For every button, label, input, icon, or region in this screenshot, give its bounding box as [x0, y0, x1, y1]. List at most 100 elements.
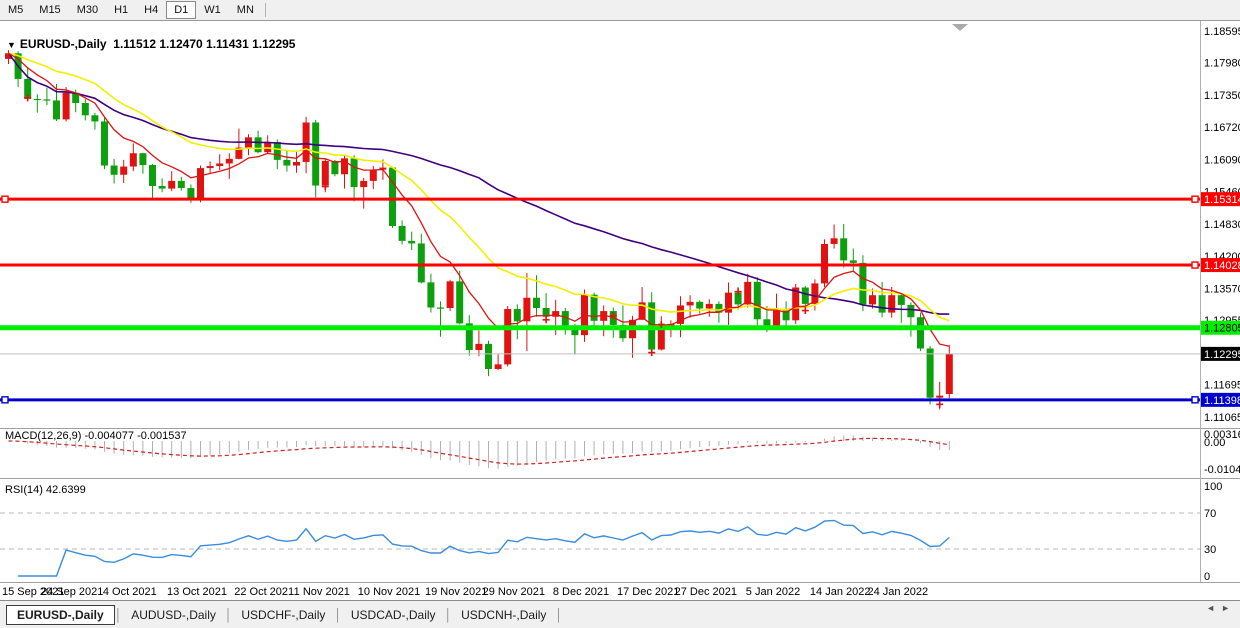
candlestick — [101, 121, 108, 165]
candlestick — [898, 295, 905, 305]
chart-symbol-label: EURUSD-,Daily — [20, 37, 107, 51]
candlestick — [207, 166, 214, 168]
rsi-axis-label: 70 — [1204, 508, 1216, 520]
candlestick — [351, 158, 358, 187]
rsi-indicator-label: RSI(14) 42.6399 — [5, 484, 86, 496]
candlestick — [264, 142, 271, 152]
chart-tab-bar: EURUSD-,Daily│AUDUSD-,Daily│USDCHF-,Dail… — [0, 600, 1240, 628]
candlestick — [303, 122, 310, 161]
mt4-window: M5M15M30H1H4D1W1MN 1.18595 1.17980 1.17350… — [0, 0, 1240, 628]
tab-separator: │ — [555, 608, 563, 622]
date-axis-label: 19 Nov 2021 — [425, 586, 487, 598]
chart-tab-audusd[interactable]: AUDUSD-,Daily — [122, 605, 225, 625]
candlestick — [43, 99, 50, 100]
line-handle[interactable] — [1192, 196, 1198, 202]
macd-axis-label: -0.01043 — [1204, 464, 1240, 476]
candlestick — [927, 348, 934, 397]
date-axis-label: 5 Jan 2022 — [746, 586, 800, 598]
candlestick — [322, 161, 329, 186]
candlestick — [859, 263, 866, 305]
chart-tab-usdcnh[interactable]: USDCNH-,Daily — [452, 605, 555, 625]
tab-separator: │ — [445, 608, 453, 622]
candlestick — [226, 159, 233, 164]
candlestick — [111, 166, 118, 175]
timeframe-button-d1[interactable]: D1 — [166, 1, 196, 19]
chart-tab-eurusd[interactable]: EURUSD-,Daily — [6, 605, 115, 625]
candlestick — [149, 165, 156, 186]
timeframe-button-m30[interactable]: M30 — [69, 1, 106, 19]
candlestick — [293, 162, 300, 166]
tab-scroll-right-icon[interactable]: ► — [1221, 603, 1236, 613]
price-axis-tick: 1.16720 — [1204, 122, 1240, 134]
chart-canvas: 1.185951.179801.173501.167201.160901.154… — [0, 0, 1240, 582]
candlestick — [159, 186, 166, 189]
price-axis-tick: 1.17350 — [1204, 90, 1240, 102]
chart-tab-usdchf[interactable]: USDCHF-,Daily — [232, 605, 334, 625]
date-axis-label: 14 Jan 2022 — [810, 586, 871, 598]
line-handle[interactable] — [2, 196, 8, 202]
candlestick — [331, 161, 338, 174]
candlestick — [456, 281, 463, 323]
candlestick — [82, 103, 89, 115]
date-axis-label: 24 Sep 2021 — [41, 586, 103, 598]
candlestick — [274, 142, 281, 160]
candlestick — [399, 226, 406, 241]
date-axis-label: 22 Oct 2021 — [234, 586, 294, 598]
tab-scroll-left-icon[interactable]: ◄ — [1206, 603, 1221, 613]
date-axis-label: 13 Oct 2021 — [167, 586, 227, 598]
macd-indicator-label: MACD(12,26,9) -0.004077 -0.001537 — [5, 430, 187, 442]
price-axis-tick: 1.14830 — [1204, 219, 1240, 231]
toolbar-separator — [265, 3, 266, 17]
line-handle[interactable] — [2, 397, 8, 403]
timeframe-button-m5[interactable]: M5 — [0, 1, 31, 19]
candlestick — [802, 288, 809, 304]
price-axis-tick: 1.16090 — [1204, 154, 1240, 166]
price-axis-tick: 1.11065 — [1204, 412, 1240, 424]
candlestick — [879, 295, 886, 312]
candlestick — [197, 168, 204, 200]
timeframe-button-h1[interactable]: H1 — [106, 1, 136, 19]
candlestick — [946, 354, 953, 394]
line-handle[interactable] — [1192, 397, 1198, 403]
candlestick — [168, 181, 175, 189]
line-handle[interactable] — [1192, 262, 1198, 268]
timeframe-button-m15[interactable]: M15 — [31, 1, 68, 19]
candlestick — [869, 295, 876, 304]
date-axis-label: 24 Jan 2022 — [868, 586, 929, 598]
timeframe-button-h4[interactable]: H4 — [136, 1, 166, 19]
candlestick — [255, 137, 262, 152]
tab-separator: │ — [115, 608, 123, 622]
price-axis-tick: 1.18595 — [1204, 26, 1240, 38]
date-axis-label: 8 Dec 2021 — [553, 586, 609, 598]
level-price-label-text: 1.12805 — [1204, 323, 1240, 335]
price-axis-tick: 1.17980 — [1204, 58, 1240, 70]
candlestick — [312, 122, 319, 185]
candlestick — [514, 309, 521, 321]
candlestick — [696, 302, 703, 309]
chart-tab-usdcad[interactable]: USDCAD-,Daily — [342, 605, 445, 625]
timeframe-button-w1[interactable]: W1 — [196, 1, 229, 19]
rsi-axis-label: 0 — [1204, 571, 1210, 582]
candlestick — [850, 260, 857, 263]
date-axis[interactable]: 15 Sep 202124 Sep 20214 Oct 202113 Oct 2… — [0, 582, 1240, 601]
candlestick — [447, 281, 454, 308]
date-axis-label: 27 Dec 2021 — [675, 586, 737, 598]
date-axis-label: 17 Dec 2021 — [617, 586, 679, 598]
candlestick — [63, 93, 70, 120]
chart-shift-marker-icon[interactable] — [952, 24, 968, 31]
candlestick — [495, 364, 502, 369]
candlestick — [389, 168, 396, 226]
symbol-dropdown-icon[interactable]: ▼ — [7, 40, 16, 50]
timeframe-button-mn[interactable]: MN — [229, 1, 262, 19]
candlestick — [687, 302, 694, 306]
current-price-label-text: 1.12295 — [1204, 349, 1240, 361]
candlestick — [91, 115, 98, 121]
candlestick — [53, 100, 60, 119]
candlestick — [178, 181, 185, 188]
date-axis-label: 29 Nov 2021 — [483, 586, 545, 598]
price-axis-tick: 1.13570 — [1204, 284, 1240, 296]
candlestick — [360, 181, 367, 187]
candlestick — [139, 153, 146, 165]
rsi-line — [18, 520, 949, 576]
candlestick — [840, 238, 847, 260]
